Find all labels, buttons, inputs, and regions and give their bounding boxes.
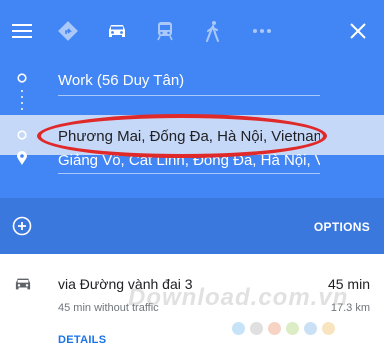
options-button[interactable]: OPTIONS (314, 220, 370, 234)
destination-pin-icon (15, 150, 29, 166)
menu-icon[interactable] (10, 20, 34, 42)
directions-panel: Work (56 Duy Tân) Phương Mai, Đống Đa, H… (0, 0, 384, 254)
add-destination-icon[interactable] (12, 216, 32, 236)
best-route-icon[interactable] (56, 19, 80, 43)
car-icon[interactable] (104, 19, 130, 43)
travel-mode-bar (0, 0, 384, 62)
watermark-dots (232, 322, 335, 335)
origin-field[interactable]: Work (56 Duy Tân) (58, 72, 320, 89)
watermark: Download.com.vn (128, 284, 349, 311)
more-icon[interactable] (250, 22, 274, 40)
destination-underline (58, 173, 320, 174)
route-result-card[interactable]: via Đường vành đai 3 45 min 45 min witho… (0, 254, 384, 359)
origin-circle-icon (16, 72, 28, 84)
close-icon[interactable] (346, 20, 370, 42)
details-link[interactable]: DETAILS (58, 334, 106, 346)
walk-icon[interactable] (201, 18, 225, 44)
annotation-ellipse (37, 114, 327, 158)
waypoint-circle-icon (16, 129, 28, 141)
transit-icon[interactable] (153, 19, 177, 43)
origin-underline (58, 95, 320, 96)
car-icon (12, 274, 34, 294)
options-bar: OPTIONS (0, 198, 384, 254)
